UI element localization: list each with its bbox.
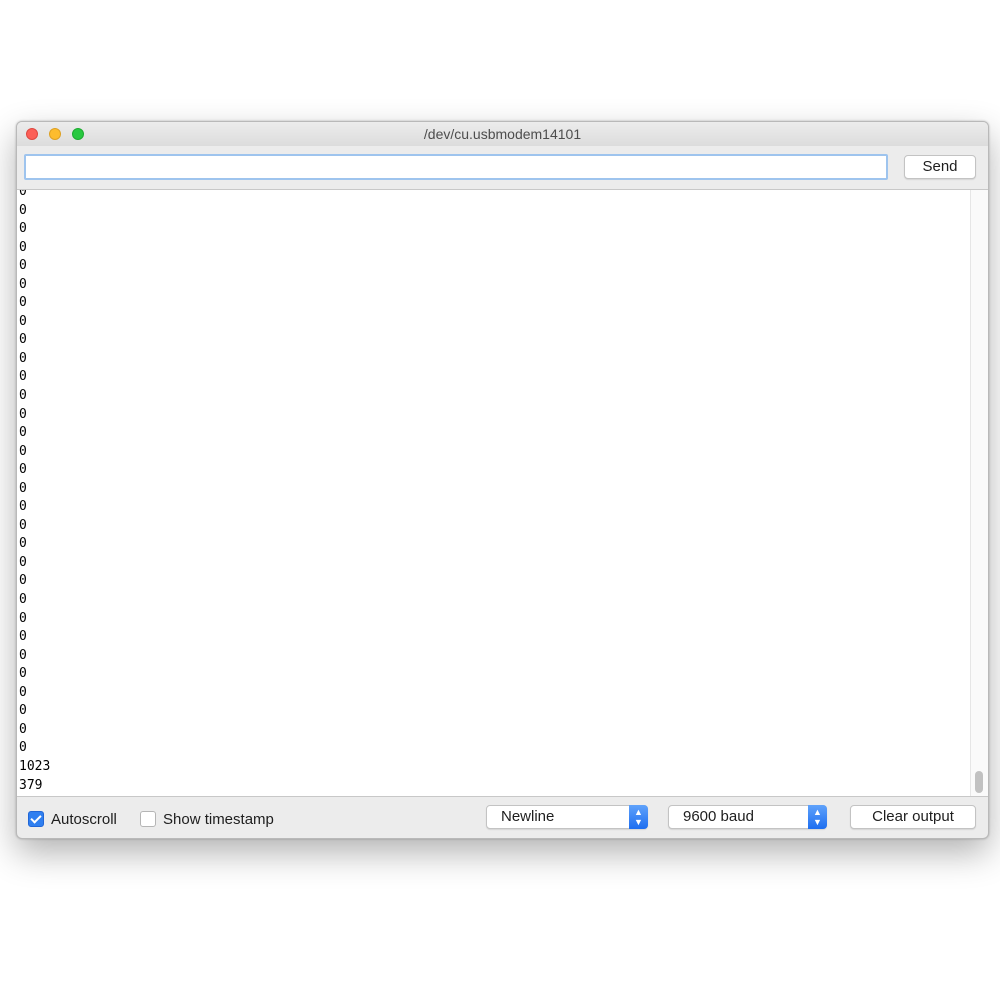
output-line: 0 bbox=[19, 295, 27, 311]
output-line: 0 bbox=[19, 462, 27, 478]
output-line: 0 bbox=[19, 239, 27, 255]
show-timestamp-label[interactable]: Show timestamp bbox=[163, 811, 274, 828]
output-line: 0 bbox=[19, 258, 27, 274]
output-line: 0 bbox=[19, 610, 27, 626]
show-timestamp-checkbox[interactable] bbox=[140, 811, 156, 827]
output-line: 0 bbox=[19, 499, 27, 515]
output-line: 0 bbox=[19, 388, 27, 404]
chevron-up-down-icon: ▲ ▼ bbox=[808, 805, 827, 829]
output-line: 0 bbox=[19, 517, 27, 533]
send-button[interactable]: Send bbox=[904, 155, 976, 179]
output-line: 0 bbox=[19, 629, 27, 645]
output-line: 0 bbox=[19, 573, 27, 589]
output-line: 0 bbox=[19, 276, 27, 292]
output-line: 0 bbox=[19, 332, 27, 348]
line-ending-select[interactable]: Newline ▲ ▼ bbox=[486, 805, 648, 829]
scrollbar-thumb[interactable] bbox=[975, 771, 983, 793]
output-line: 0 bbox=[19, 536, 27, 552]
output-line: 0 bbox=[19, 666, 27, 682]
output-line: 0 bbox=[19, 425, 27, 441]
title-bar[interactable]: /dev/cu.usbmodem14101 bbox=[17, 122, 988, 146]
output-line: 0 bbox=[19, 554, 27, 570]
output-line: 0 bbox=[19, 406, 27, 422]
output-line: 0 bbox=[19, 350, 27, 366]
output-line: 0 bbox=[19, 189, 27, 199]
baud-rate-select[interactable]: 9600 baud ▲ ▼ bbox=[668, 805, 827, 829]
output-line: 0 bbox=[19, 721, 27, 737]
output-line: 0 bbox=[19, 647, 27, 663]
chevron-up-down-icon: ▲ ▼ bbox=[629, 805, 648, 829]
output-line: 0 bbox=[19, 313, 27, 329]
window-title: /dev/cu.usbmodem14101 bbox=[423, 126, 582, 142]
output-line: 0 bbox=[19, 480, 27, 496]
vertical-scrollbar[interactable] bbox=[970, 190, 988, 796]
output-line: 0 bbox=[19, 369, 27, 385]
output-line: 0 bbox=[19, 592, 27, 608]
output-line: 0 bbox=[19, 740, 27, 756]
autoscroll-checkbox[interactable] bbox=[28, 811, 44, 827]
bottom-bar: Autoscroll Show timestamp Newline ▲ ▼ 960… bbox=[17, 796, 988, 838]
output-line: 0 bbox=[19, 684, 27, 700]
output-line: 0 bbox=[19, 202, 27, 218]
autoscroll-label[interactable]: Autoscroll bbox=[51, 811, 117, 828]
send-input[interactable] bbox=[24, 154, 888, 180]
output-line: 379 bbox=[19, 777, 43, 793]
serial-monitor-window: /dev/cu.usbmodem14101 Send 0 0 0 0 0 0 0 0 0 0 0 0 0… bbox=[16, 121, 989, 839]
output-line: 0 bbox=[19, 443, 27, 459]
clear-output-button[interactable]: Clear output bbox=[850, 805, 976, 829]
serial-output[interactable]: 0000000000000000000000000000000102337911… bbox=[17, 189, 988, 797]
output-line: 0 bbox=[19, 703, 27, 719]
output-text: 0000000000000000000000000000000102337911… bbox=[19, 189, 51, 796]
send-toolbar: Send bbox=[17, 146, 988, 188]
output-line: 1023 bbox=[19, 758, 51, 774]
line-ending-value: Newline bbox=[501, 808, 555, 825]
output-line: 0 bbox=[19, 221, 27, 237]
baud-rate-value: 9600 baud bbox=[683, 808, 754, 825]
